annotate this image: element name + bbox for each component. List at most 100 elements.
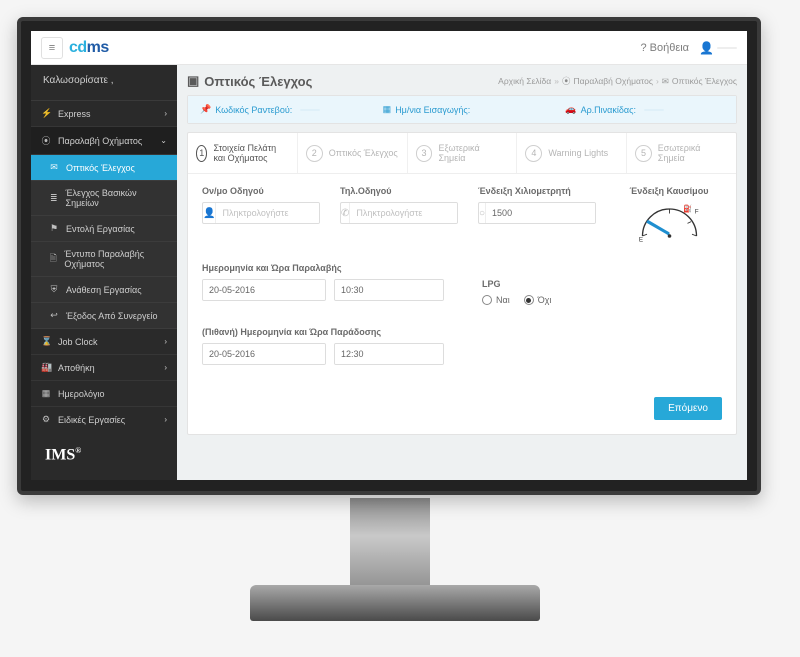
sidebar-item-label: Αποθήκη bbox=[58, 363, 95, 373]
pin-icon: 📌 bbox=[200, 104, 211, 115]
step-5[interactable]: 5 Εσωτερικά Σημεία bbox=[627, 133, 736, 173]
delivery-date-input[interactable] bbox=[203, 344, 326, 364]
breadcrumb: Αρχική Σελίδα » ⦿ Παραλαβή Οχήματος › ✉ … bbox=[498, 75, 737, 87]
receive-date-input[interactable] bbox=[203, 280, 326, 300]
help-label: Βοήθεια bbox=[650, 42, 689, 54]
main-content: ▣ Οπτικός Έλεγχος Αρχική Σελίδα » ⦿ Παρα… bbox=[177, 65, 747, 480]
user-icon: 👤 bbox=[699, 41, 714, 55]
lpg-no-option[interactable]: Όχι bbox=[524, 295, 552, 305]
step-number: 4 bbox=[525, 145, 542, 162]
gear-icon: ⚙ bbox=[41, 414, 51, 425]
driver-phone-label: Τηλ.Οδηγού bbox=[340, 186, 458, 196]
sidebar-item-express[interactable]: ⚡ Express › bbox=[31, 101, 177, 127]
sidebar-item-label: Έλεγχος Βασικών Σημείων bbox=[66, 188, 168, 208]
sidebar-sub-receipt-form[interactable]: 🗎 Έντυπο Παραλαβής Οχήματος bbox=[31, 242, 177, 277]
bolt-icon: ⚡ bbox=[41, 108, 51, 119]
menu-icon: ≡ bbox=[49, 42, 55, 54]
step-3[interactable]: 3 Εξωτερικά Σημεία bbox=[408, 133, 518, 173]
sidebar-item-calendar[interactable]: ▦ Ημερολόγιο bbox=[31, 381, 177, 407]
form-body: Ον/μο Οδηγού 👤 Τηλ.Οδηγού ✆ bbox=[188, 174, 736, 385]
sidebar-sub-exit[interactable]: ↩ Έξοδος Από Συνεργείο bbox=[31, 303, 177, 329]
help-icon: ? bbox=[641, 42, 647, 54]
info-label: Ημ/νια Εισαγωγής: bbox=[395, 105, 470, 115]
next-button[interactable]: Επόμενο bbox=[654, 397, 722, 420]
top-bar: ≡ cdms ? Βοήθεια 👤 bbox=[31, 31, 747, 65]
chevron-right-icon: › bbox=[164, 363, 167, 372]
info-strip-panel: 📌 Κωδικός Ραντεβού: ▦ Ημ/νια Εισαγωγής: … bbox=[187, 95, 737, 124]
delivery-time-field[interactable]: ◷ bbox=[334, 343, 444, 365]
sidebar-item-label: Οπτικός Έλεγχος bbox=[66, 163, 135, 173]
radio-selected-icon bbox=[524, 295, 534, 305]
sidebar-item-label: Έντυπο Παραλαβής Οχήματος bbox=[64, 249, 167, 269]
receive-time-field[interactable]: ◷ bbox=[334, 279, 444, 301]
welcome-text: Καλωσορίσατε , bbox=[31, 65, 177, 101]
step-label: Εξωτερικά Σημεία bbox=[438, 143, 508, 163]
sidebar-item-label: Εντολή Εργασίας bbox=[66, 224, 135, 234]
hourglass-icon: ⌛ bbox=[41, 336, 51, 347]
document-icon: 🗎 bbox=[49, 251, 57, 267]
sidebar-item-jobclock[interactable]: ⌛ Job Clock › bbox=[31, 329, 177, 355]
sidebar-item-warehouse[interactable]: 🏭 Αποθήκη › bbox=[31, 355, 177, 381]
help-link[interactable]: ? Βοήθεια bbox=[641, 42, 690, 54]
lpg-yes-option[interactable]: Ναι bbox=[482, 295, 510, 305]
sidebar-item-label: Job Clock bbox=[58, 337, 98, 347]
phone-icon: ✆ bbox=[341, 203, 350, 223]
info-appointment: 📌 Κωδικός Ραντεβού: bbox=[188, 96, 371, 123]
page-header: ▣ Οπτικός Έλεγχος Αρχική Σελίδα » ⦿ Παρα… bbox=[187, 73, 737, 89]
sidebar-item-label: Ειδικές Εργασίες bbox=[58, 415, 125, 425]
sidebar-item-vehicle-intake[interactable]: ⦿ Παραλαβή Οχήματος ⌄ bbox=[31, 127, 177, 155]
sidebar-item-label: Ανάθεση Εργασίας bbox=[66, 285, 142, 295]
receive-date-field[interactable]: ▦ bbox=[202, 279, 326, 301]
page-title-icon: ▣ bbox=[187, 73, 199, 89]
chevron-right-icon: › bbox=[164, 415, 167, 424]
fuel-pump-icon: ⛽ bbox=[683, 204, 692, 213]
calendar-icon: ▦ bbox=[383, 104, 392, 115]
driver-name-input[interactable] bbox=[216, 203, 320, 223]
envelope-icon: ✉ bbox=[662, 76, 669, 87]
delivery-date-field[interactable]: ▦ bbox=[202, 343, 326, 365]
fuel-gauge[interactable]: E F ⛽ bbox=[632, 200, 707, 245]
car-icon: 🚗 bbox=[565, 104, 576, 115]
driver-phone-input[interactable] bbox=[350, 203, 458, 223]
sidebar-sub-visual-check[interactable]: ✉ Οπτικός Έλεγχος bbox=[31, 155, 177, 181]
stand-neck bbox=[350, 498, 430, 593]
lpg-label: LPG bbox=[482, 279, 551, 289]
sidebar-sub-work-order[interactable]: ⚑ Εντολή Εργασίας bbox=[31, 216, 177, 242]
fuel-e: E bbox=[638, 236, 642, 243]
sidebar-nav: ⚡ Express › ⦿ Παραλαβή Οχήματος ⌄ ✉ Οπτι… bbox=[31, 101, 177, 430]
user-icon: 👤 bbox=[203, 203, 216, 223]
fuel-f: F bbox=[694, 209, 698, 216]
sidebar-item-label: Ημερολόγιο bbox=[58, 389, 105, 399]
stand-base bbox=[250, 585, 540, 621]
menu-toggle-button[interactable]: ≡ bbox=[41, 37, 63, 59]
exit-icon: ↩ bbox=[49, 310, 59, 321]
info-entry-date: ▦ Ημ/νια Εισαγωγής: bbox=[371, 96, 554, 123]
calendar-icon: ▦ bbox=[41, 388, 51, 399]
driver-phone-field[interactable]: ✆ bbox=[340, 202, 458, 224]
crumb[interactable]: Παραλαβή Οχήματος bbox=[573, 76, 653, 86]
odometer-label: Ένδειξη Χιλιομετρητή bbox=[478, 186, 596, 196]
driver-name-label: Ον/μο Οδηγού bbox=[202, 186, 320, 196]
user-name-placeholder bbox=[717, 47, 737, 49]
step-1[interactable]: 1 Στοιχεία Πελάτη και Οχήματος bbox=[188, 133, 298, 173]
info-label: Κωδικός Ραντεβού: bbox=[215, 105, 292, 115]
crumb[interactable]: Αρχική Σελίδα bbox=[498, 76, 551, 86]
sidebar-item-label: Παραλαβή Οχήματος bbox=[58, 136, 142, 146]
odometer-field[interactable]: ○ bbox=[478, 202, 596, 224]
step-label: Οπτικός Έλεγχος bbox=[329, 148, 398, 158]
circle-icon: ○ bbox=[479, 203, 486, 223]
crumb-current: Οπτικός Έλεγχος bbox=[672, 76, 737, 86]
odometer-input[interactable] bbox=[486, 203, 596, 223]
receive-time-input[interactable] bbox=[335, 280, 444, 300]
delivery-dt-label: (Πιθανή) Ημερομηνία και Ώρα Παράδοσης bbox=[202, 327, 722, 337]
wizard-panel: 1 Στοιχεία Πελάτη και Οχήματος 2 Οπτικός… bbox=[187, 132, 737, 435]
step-2[interactable]: 2 Οπτικός Έλεγχος bbox=[298, 133, 408, 173]
sidebar-sub-basic-points[interactable]: ≣ Έλεγχος Βασικών Σημείων bbox=[31, 181, 177, 216]
driver-name-field[interactable]: 👤 bbox=[202, 202, 320, 224]
sidebar-item-special[interactable]: ⚙ Ειδικές Εργασίες › bbox=[31, 407, 177, 430]
user-menu[interactable]: 👤 bbox=[699, 41, 737, 55]
delivery-time-input[interactable] bbox=[335, 344, 444, 364]
step-4[interactable]: 4 Warning Lights bbox=[517, 133, 627, 173]
sidebar-sub-assign-work[interactable]: ⛨ Ανάθεση Εργασίας bbox=[31, 277, 177, 303]
step-label: Στοιχεία Πελάτη και Οχήματος bbox=[213, 143, 288, 163]
